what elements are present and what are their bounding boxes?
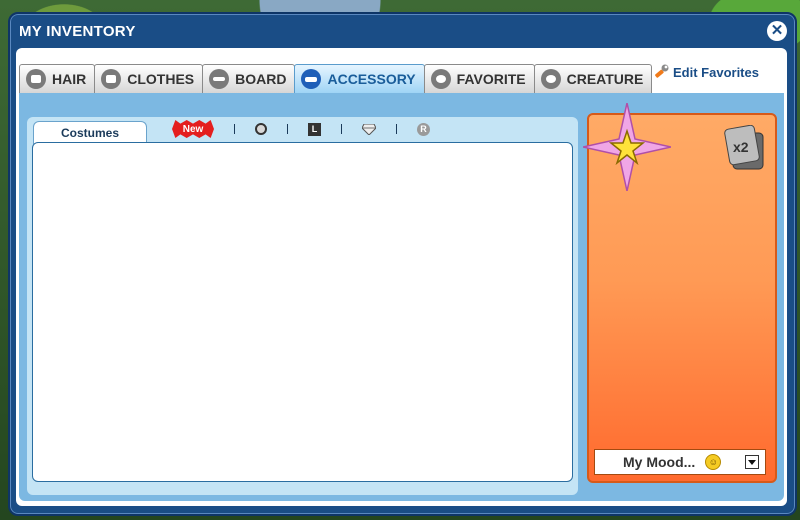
tab-label: HAIR <box>52 71 87 87</box>
divider <box>287 124 288 134</box>
close-button[interactable]: ✕ <box>767 21 787 41</box>
filter-new[interactable]: New <box>172 120 214 138</box>
divider <box>341 124 342 134</box>
inventory-panel: HAIR CLOTHES BOARD ACCESSORY FAVORITE CR… <box>16 48 787 506</box>
wrench-icon <box>655 64 669 78</box>
filter-ring[interactable] <box>255 123 267 135</box>
star-badge-icon <box>583 103 671 191</box>
filter-r[interactable]: R <box>417 122 430 136</box>
r-icon: R <box>417 122 430 136</box>
tab-label: ACCESSORY <box>327 71 416 87</box>
glasses-icon <box>301 69 322 89</box>
board-icon <box>209 69 230 89</box>
tab-accessory[interactable]: ACCESSORY <box>294 64 425 93</box>
chevron-down-icon[interactable] <box>745 455 759 469</box>
tab-label: CLOTHES <box>127 71 195 87</box>
tab-favorite[interactable]: FAVORITE <box>423 64 535 93</box>
mood-label: My Mood... <box>623 454 696 470</box>
content-area: Costumes New L R x2 My Mood... ☺ <box>19 93 784 501</box>
tab-label: BOARD <box>235 71 287 87</box>
filter-l[interactable]: L <box>308 122 321 136</box>
item-grid <box>32 142 573 482</box>
divider <box>234 124 235 134</box>
item-filters: New L R <box>172 120 450 138</box>
filter-gem[interactable] <box>362 123 376 135</box>
edit-favorites-link[interactable]: Edit Favorites <box>653 64 759 80</box>
tab-clothes[interactable]: CLOTHES <box>94 64 204 93</box>
items-section: Costumes New L R <box>27 117 578 495</box>
window-title: MY INVENTORY <box>19 23 136 40</box>
divider <box>396 124 397 134</box>
category-tabs: HAIR CLOTHES BOARD ACCESSORY FAVORITE CR… <box>19 64 653 94</box>
edit-favorites-label: Edit Favorites <box>673 64 759 80</box>
heart-icon <box>430 69 451 89</box>
tab-creature[interactable]: CREATURE <box>533 64 653 93</box>
tab-hair[interactable]: HAIR <box>19 64 96 93</box>
tab-label: CREATURE <box>566 71 644 87</box>
new-badge: New <box>172 120 214 138</box>
tab-costumes[interactable]: Costumes <box>33 121 147 144</box>
multiplier-label: x2 <box>733 139 749 155</box>
gem-icon <box>362 123 376 135</box>
smiley-icon: ☺ <box>705 454 722 470</box>
shirt-icon <box>101 69 122 89</box>
hair-icon <box>26 69 46 89</box>
tab-label: FAVORITE <box>456 71 526 87</box>
ring-icon <box>255 123 267 135</box>
mood-selector[interactable]: My Mood... ☺ <box>594 449 766 475</box>
creature-icon <box>540 69 561 89</box>
tab-board[interactable]: BOARD <box>202 64 296 93</box>
character-preview: x2 My Mood... ☺ <box>583 103 777 483</box>
multiplier-badge: x2 <box>723 124 767 173</box>
l-icon: L <box>308 122 321 136</box>
inventory-window: MY INVENTORY ✕ HAIR CLOTHES BOARD ACCESS… <box>8 12 797 516</box>
